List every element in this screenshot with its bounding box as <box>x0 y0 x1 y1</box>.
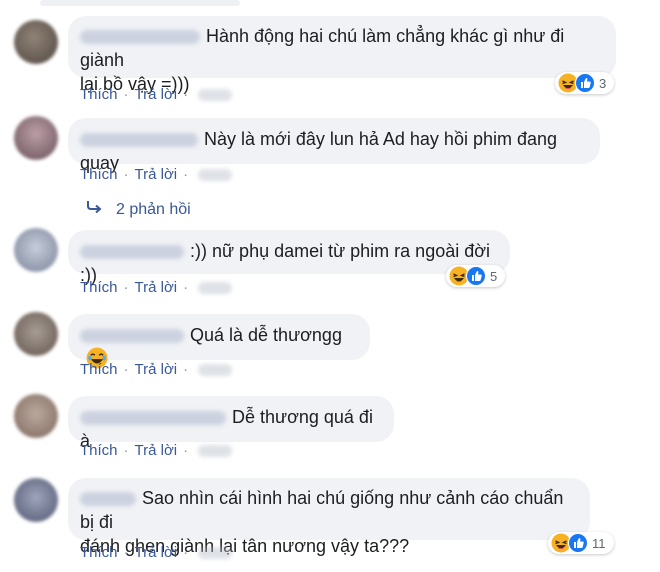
reaction-summary[interactable]: 5 <box>446 265 506 287</box>
like-button[interactable]: Thích <box>80 442 118 459</box>
separator: · <box>183 166 189 183</box>
like-icon <box>575 73 595 93</box>
separator: · <box>183 544 189 561</box>
comment-bubble: Quá là dễ thươngg <box>68 314 370 369</box>
reply-button[interactable]: Trả lời <box>135 166 178 183</box>
comment-bubble: Sao nhìn cái hình hai chú giống như cảnh… <box>68 478 590 556</box>
reaction-count: 3 <box>599 75 607 91</box>
reply-button[interactable]: Trả lời <box>135 86 178 103</box>
separator: · <box>123 544 129 561</box>
avatar[interactable] <box>14 228 58 272</box>
reply-button[interactable]: Trả lời <box>135 279 178 296</box>
comment-text: Quá là dễ thươngg <box>190 325 342 345</box>
reaction-count: 5 <box>490 268 498 284</box>
reaction-summary[interactable]: 11 <box>548 532 614 554</box>
separator: · <box>123 86 129 103</box>
view-replies-link[interactable]: 2 phản hồi <box>86 200 191 219</box>
reaction-summary[interactable]: 3 <box>555 72 615 94</box>
reply-button[interactable]: Trả lời <box>135 544 178 561</box>
previous-comment-fragment <box>40 0 240 6</box>
comment-bubble: Hành động hai chú làm chẳng khác gì như … <box>68 16 616 94</box>
separator: · <box>183 361 189 378</box>
like-button[interactable]: Thích <box>80 86 118 103</box>
separator: · <box>123 279 129 296</box>
separator: · <box>123 361 129 378</box>
reply-button[interactable]: Trả lời <box>135 442 178 459</box>
author-name[interactable] <box>80 245 184 260</box>
like-button[interactable]: Thích <box>80 361 118 378</box>
timestamp[interactable] <box>198 445 233 458</box>
avatar[interactable] <box>14 20 58 64</box>
separator: · <box>183 86 189 103</box>
comment-bubble: :)) nữ phụ damei từ phim ra ngoài đời :)… <box>68 230 510 285</box>
author-name[interactable] <box>80 411 226 426</box>
view-replies-label[interactable]: 2 phản hồi <box>116 201 191 219</box>
like-icon <box>466 266 486 286</box>
comment-actions: Thích · Trả lời · <box>80 361 233 378</box>
like-button[interactable]: Thích <box>80 166 118 183</box>
avatar[interactable] <box>14 478 58 522</box>
avatar[interactable] <box>14 312 58 356</box>
author-name[interactable] <box>80 133 198 148</box>
author-name[interactable] <box>80 30 200 45</box>
separator: · <box>123 166 129 183</box>
separator: · <box>123 442 129 459</box>
separator: · <box>183 279 189 296</box>
comment-actions: Thích · Trả lời · <box>80 442 233 459</box>
comment-actions: Thích · Trả lời · <box>80 166 233 183</box>
avatar[interactable] <box>14 394 58 438</box>
like-button[interactable]: Thích <box>80 279 118 296</box>
comment-bubble: Này là mới đây lun hả Ad hay hồi phim đa… <box>68 118 600 173</box>
separator: · <box>183 442 189 459</box>
comment-actions: Thích · Trả lời · <box>80 279 233 296</box>
timestamp[interactable] <box>198 547 233 560</box>
timestamp[interactable] <box>198 282 233 295</box>
timestamp[interactable] <box>198 89 233 102</box>
avatar[interactable] <box>14 116 58 160</box>
comment-bubble: Dễ thương quá đi à <box>68 396 394 451</box>
like-icon <box>568 533 588 553</box>
author-name[interactable] <box>80 329 184 344</box>
author-name[interactable] <box>80 492 136 507</box>
comment-actions: Thích · Trả lời · <box>80 86 233 103</box>
timestamp[interactable] <box>198 364 233 377</box>
reply-arrow-icon <box>86 200 104 219</box>
timestamp[interactable] <box>198 169 233 182</box>
comment-actions: Thích · Trả lời · <box>80 544 233 561</box>
reaction-count: 11 <box>592 535 606 551</box>
like-button[interactable]: Thích <box>80 544 118 561</box>
reply-button[interactable]: Trả lời <box>135 361 178 378</box>
